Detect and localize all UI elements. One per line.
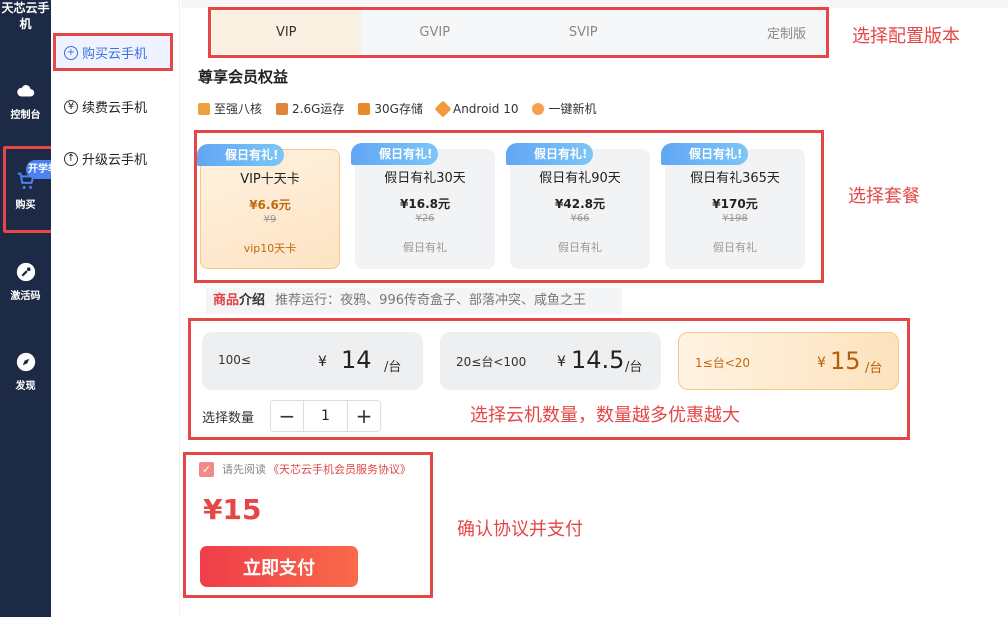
plus-circle-icon: + [64, 45, 78, 60]
menu-label-upgrade-phone: 升级云手机 [82, 153, 148, 168]
storage-icon [358, 102, 371, 115]
memory-icon [276, 102, 289, 115]
benefit-storage-label: 30G存储 [374, 102, 423, 116]
nav-label-discover: 发现 [15, 381, 36, 392]
benefit-storage: 30G存储 [358, 100, 423, 117]
benefit-new-device: 一键新机 [532, 100, 596, 117]
benefit-new-device-label: 一键新机 [548, 102, 597, 116]
menu-item-renew-phone[interactable]: ¥ 续费云手机 [64, 97, 147, 116]
product-intro-label-b: 介绍 [239, 293, 266, 308]
menu-item-upgrade-phone[interactable]: ↑ 升级云手机 [64, 149, 147, 168]
product-intro-text: 推荐运行：夜鸦、996传奇盒子、部落冲突、咸鱼之王 [275, 293, 586, 308]
secondary-menu [51, 0, 180, 617]
benefit-ram: 2.6G运存 [276, 100, 344, 117]
nav-label-activation-code: 激活码 [10, 291, 41, 302]
benefit-android-label: Android 10 [452, 101, 519, 116]
nav-item-activation-code[interactable]: 激活码 [0, 261, 51, 302]
cpu-icon [198, 102, 210, 115]
nav-label-console: 控制台 [10, 110, 41, 121]
tiers-annotation: 选择云机数量，数量越多优惠越大 [470, 405, 740, 426]
benefit-android: Android 10 [434, 100, 519, 117]
compass-icon [16, 352, 35, 372]
tabs-annotation-box [208, 7, 829, 58]
menu-item-buy-phone[interactable]: + 购买云手机 [64, 43, 147, 62]
nav-item-discover[interactable]: 发现 [0, 351, 51, 392]
benefit-cpu: 至强八核 [198, 100, 262, 117]
pay-annotation: 确认协议并支付 [457, 519, 583, 540]
yuan-circle-icon: ¥ [64, 99, 78, 114]
tap-icon [532, 102, 545, 115]
packages-annotation-box [194, 130, 824, 283]
menu-label-buy-phone: 购买云手机 [82, 47, 148, 62]
benefit-cpu-label: 至强八核 [214, 102, 263, 116]
menu-label-renew-phone: 续费云手机 [82, 101, 148, 116]
product-intro-label-a: 商品 [213, 293, 240, 308]
benefits-list: 至强八核 2.6G运存 30G存储 Android 10 一键新机 [198, 100, 596, 117]
left-nav: 天芯云手机 控制台 购买 开学季 激活码 发现 [0, 0, 60, 617]
benefit-ram-label: 2.6G运存 [292, 102, 345, 116]
app-title: 天芯云手机 [1, 1, 50, 31]
key-icon [16, 262, 35, 282]
cloud-icon [16, 85, 34, 97]
tabs-annotation: 选择配置版本 [852, 26, 960, 47]
arrow-up-circle-icon: ↑ [64, 151, 78, 166]
benefits-title: 尊享会员权益 [198, 68, 289, 86]
android-icon [434, 100, 452, 117]
packages-annotation: 选择套餐 [848, 186, 920, 207]
product-intro: 商品介绍 推荐运行：夜鸦、996传奇盒子、部落冲突、咸鱼之王 [206, 288, 622, 314]
pay-annotation-box [183, 452, 433, 598]
nav-item-console[interactable]: 控制台 [0, 80, 51, 121]
